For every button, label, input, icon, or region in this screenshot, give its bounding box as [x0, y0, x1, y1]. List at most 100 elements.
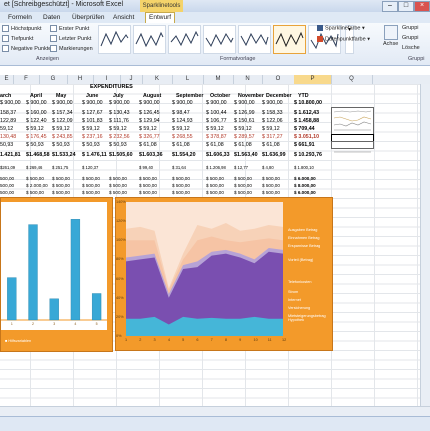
sparkline-color-button[interactable]: Sparklinefarbe ▾ [317, 25, 365, 31]
checkbox-markierungen[interactable]: Markierungen [50, 45, 93, 52]
table-cell: $ 50,93 [26, 142, 44, 148]
table-cell: $ 120,37 [82, 165, 99, 170]
column-header-p[interactable]: P [294, 75, 332, 84]
table-cell: $ 6.000,00 [294, 190, 316, 195]
table-cell: $ 127,67 [82, 110, 103, 116]
table-cell: $ 50,93 [52, 142, 70, 148]
area-chart-y-tick: 20% [116, 314, 124, 319]
table-cell: $ 1.612,43 [294, 110, 320, 116]
area-chart[interactable]: 140% 120% 100% 80% 60% 40% 20% 0% 1 2 3 4 5 6 7 8 9 10 11… [115, 197, 333, 351]
marker-color-button[interactable]: Datenpunktfarbe ▾ [317, 36, 370, 42]
column-header-i[interactable]: I [93, 75, 121, 84]
column-header-f[interactable]: F [13, 75, 40, 84]
axis-button[interactable]: Achse [383, 41, 398, 47]
area-chart-plot [126, 202, 283, 336]
ungroup-button[interactable]: Gruppi [402, 35, 419, 41]
total-cell: $1.533,24 [52, 152, 76, 158]
checkbox-erster-punkt[interactable]: Erster Punkt [50, 25, 89, 32]
area-chart-x-tick: 9 [239, 338, 242, 342]
table-cell: $ 500,00 [109, 176, 127, 181]
tab-daten[interactable]: Daten [43, 13, 60, 23]
table-cell: $ 150,61 [234, 118, 255, 124]
table-cell: $ 289,57 [234, 134, 255, 140]
bar-chart-x-tick: 3 [53, 322, 55, 326]
table-cell: $ 900,00 [52, 100, 73, 106]
area-chart-legend-item: Strom [288, 290, 299, 294]
contextual-tab-title: Sparklinetools [140, 0, 183, 12]
sparkline-style-2[interactable] [133, 25, 166, 54]
table-cell: $ 59,12 [82, 126, 100, 132]
table-cell: $ 500,00 [262, 190, 280, 195]
total-cell: $1.606,33 [206, 152, 230, 158]
table-cell: $ 500,00 [234, 176, 252, 181]
checkbox-hoechstpunkt[interactable]: Höchstpunkt [2, 25, 42, 32]
table-cell: $ 269,46 [26, 165, 43, 170]
table-cell: $ 59,12 [206, 126, 224, 132]
area-chart-y-tick: 80% [116, 257, 124, 262]
checkbox-negative-punkte[interactable]: Negative Punkte [2, 45, 51, 52]
table-cell: $ 500,00 [262, 176, 280, 181]
table-cell: $ 122,40 [26, 118, 47, 124]
table-cell: $ 12,77 [234, 165, 248, 170]
table-cell: $ 59,12 [109, 126, 127, 132]
area-chart-y-tick: 120% [116, 219, 126, 224]
month-header: November [238, 93, 264, 99]
area-chart-svg [126, 202, 283, 336]
bar-chart[interactable]: 1 2 3 4 5 ■ Hilfsvariablen [0, 197, 113, 352]
sparkline-style-4[interactable] [203, 25, 236, 54]
area-chart-x-tick: 7 [210, 338, 213, 342]
area-chart-x-tick: 1 [125, 338, 128, 342]
column-header-j[interactable]: J [120, 75, 143, 84]
tab-ansicht[interactable]: Ansicht [113, 13, 134, 23]
checkbox-letzter-punkt[interactable]: Letzter Punkt [50, 35, 91, 42]
minimize-button[interactable]: – [382, 1, 398, 12]
column-header-n[interactable]: N [233, 75, 263, 84]
tab-formeln[interactable]: Formeln [8, 13, 32, 23]
column-header-e[interactable]: E [0, 75, 14, 84]
table-cell: $ 500,00 [206, 183, 224, 188]
checkbox-tiefpunkt[interactable]: Tiefpunkt [2, 35, 33, 42]
table-cell: $ 900,00 [139, 100, 160, 106]
sparkline-set [333, 110, 372, 131]
area-chart-y-tick: 140% [116, 200, 126, 204]
status-bar [0, 416, 430, 431]
tab-ueberpruefen[interactable]: Überprüfen [72, 13, 105, 23]
area-chart-y-tick: 40% [116, 295, 124, 300]
table-cell: $ 317,27 [262, 134, 283, 140]
tab-entwurf[interactable]: Entwurf [145, 12, 176, 23]
sparkline-style-6[interactable] [273, 25, 306, 54]
clear-button[interactable]: Lösche [402, 45, 420, 51]
sparkline-3 [333, 121, 372, 127]
table-cell: $ 500,00 [26, 190, 44, 195]
sparkline-style-5[interactable] [238, 25, 271, 54]
table-cell: $ 59,12 [26, 126, 44, 132]
area-layer-teal [126, 316, 283, 336]
table-cell: 158,37 [0, 110, 17, 116]
month-header: May [56, 93, 67, 99]
sparkline-style-1[interactable] [98, 25, 131, 54]
area-chart-x-tick: 6 [196, 338, 199, 342]
table-cell: $ 326,77 [139, 134, 160, 140]
total-cell: $1.636,99 [262, 152, 286, 158]
maximize-button[interactable]: □ [398, 1, 414, 12]
bar-chart-svg: 1 2 3 4 5 [1, 219, 107, 326]
sparkline-style-3[interactable] [168, 25, 201, 54]
area-chart-legend-item: Internet [288, 298, 301, 302]
column-header-l[interactable]: L [172, 75, 204, 84]
column-header-k[interactable]: K [142, 75, 173, 84]
column-header-m[interactable]: M [203, 75, 234, 84]
close-button[interactable]: × [414, 1, 430, 12]
sparkline-cell-last[interactable] [331, 141, 374, 153]
table-cell: $ 8.000,00 [294, 183, 316, 188]
group-button[interactable]: Gruppi [402, 25, 419, 31]
table-cell: $ 500,00 [109, 190, 127, 195]
table-cell: $ 3.051,10 [294, 134, 320, 140]
column-header-o[interactable]: O [262, 75, 295, 84]
table-cell: $ 100,44 [206, 110, 227, 116]
column-header-h[interactable]: H [67, 75, 94, 84]
sparkline-cell-group[interactable] [331, 107, 374, 135]
column-header-q[interactable]: Q [331, 75, 373, 84]
table-cell: $ 59,12 [234, 126, 252, 132]
vertical-scrollbar[interactable] [420, 84, 430, 406]
column-header-g[interactable]: G [39, 75, 68, 84]
